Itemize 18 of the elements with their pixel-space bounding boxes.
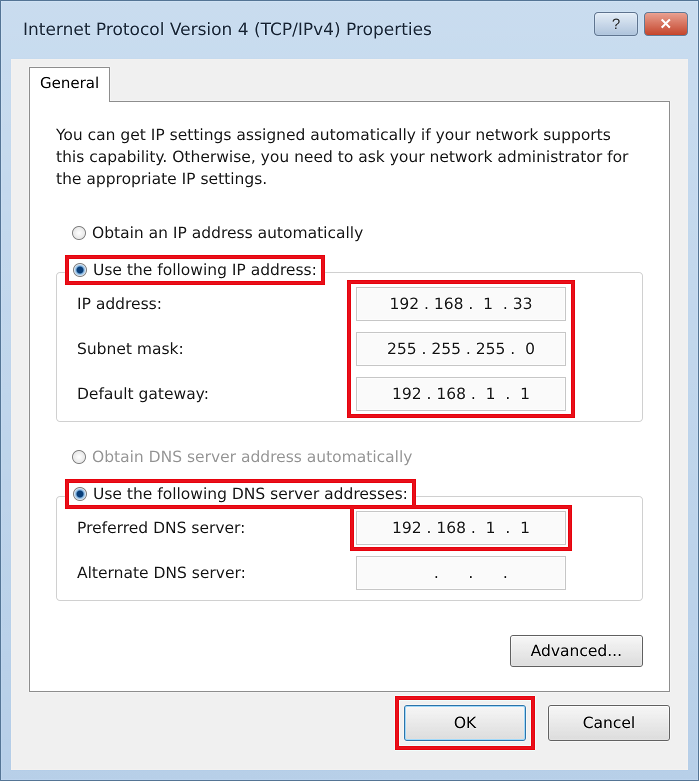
help-button[interactable]: ?: [594, 12, 638, 36]
window-title: Internet Protocol Version 4 (TCP/IPv4) Properties: [23, 20, 433, 40]
ip-field[interactable]: 255 . 255 . 255 . 0: [356, 332, 566, 366]
radio-option[interactable]: Obtain an IP address automatically: [68, 222, 368, 244]
field-label: Default gateway:: [77, 385, 210, 403]
cancel-button[interactable]: Cancel: [548, 705, 670, 741]
ip-field[interactable]: 192 . 168 . 1 . 1: [356, 511, 566, 545]
field-label: Alternate DNS server:: [77, 564, 247, 582]
intro-text: You can get IP settings assigned automatically if your network supports this capability. Otherwise, you need to ask your network administrator for the appropriate IP settings.: [56, 125, 630, 190]
ip-field[interactable]: . . .: [356, 556, 566, 590]
tab[interactable]: General: [29, 67, 110, 102]
ip-field[interactable]: 192 . 168 . 1 . 1: [356, 377, 566, 411]
field-label: Preferred DNS server:: [77, 519, 246, 537]
field-label: IP address:: [77, 295, 163, 313]
field-label: Subnet mask:: [77, 340, 185, 358]
ip-field[interactable]: 192 . 168 . 1 . 33: [356, 287, 566, 321]
advanced-button[interactable]: Advanced...: [510, 635, 643, 667]
ok-button[interactable]: OK: [404, 705, 526, 741]
